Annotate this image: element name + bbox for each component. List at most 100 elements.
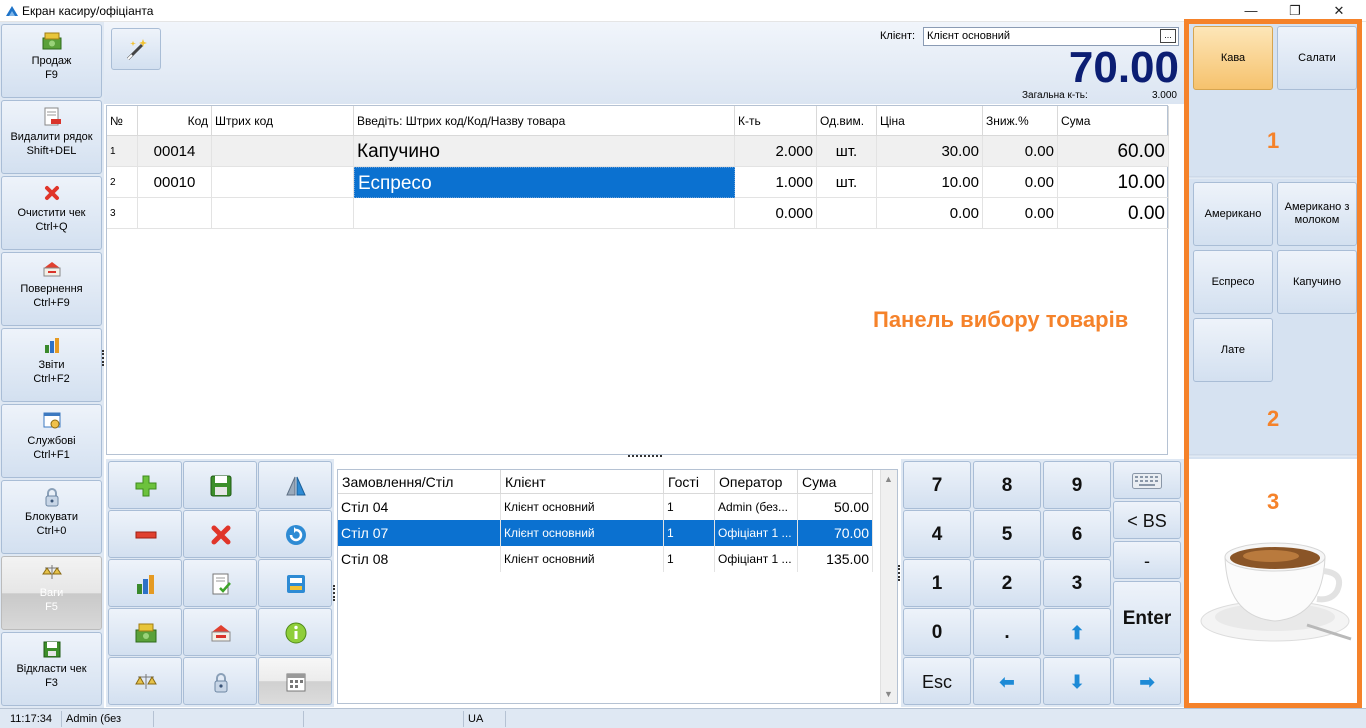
key-9[interactable]: 9 (1043, 461, 1111, 509)
save-button[interactable] (183, 461, 257, 509)
func-splitter[interactable] (333, 585, 335, 601)
key-6[interactable]: 6 (1043, 510, 1111, 558)
refresh-button[interactable] (258, 510, 332, 558)
scales-button[interactable]: Ваги F5 (1, 556, 102, 630)
orders-table[interactable]: Замовлення/Стіл Клієнт Гості Оператор Су… (337, 469, 898, 704)
row-product-name[interactable]: Еспресо (354, 167, 735, 198)
key-4[interactable]: 4 (903, 510, 971, 558)
row-number: 2 (107, 167, 138, 198)
key-1[interactable]: 1 (903, 559, 971, 607)
status-empty-1 (154, 711, 304, 727)
group-button-salads[interactable]: Салати (1277, 26, 1357, 90)
product-panel: Кава Салати 1 Американо Американо з моло… (1184, 19, 1362, 708)
product-button-americano[interactable]: Американо (1193, 182, 1273, 246)
arrow-down-button[interactable]: ⬇ (1043, 657, 1111, 705)
service-button[interactable]: Службові Ctrl+F1 (1, 404, 102, 478)
checklist-icon (212, 573, 231, 595)
reports-icon (44, 338, 59, 353)
product-button-americano-milk[interactable]: Американо з молоком (1277, 182, 1357, 246)
table-row[interactable]: Стіл 07 Клієнт основний 1 Офіціант 1 ...… (338, 520, 873, 546)
sidebar-splitter[interactable] (102, 350, 104, 366)
backspace-button[interactable]: < BS (1113, 501, 1181, 539)
order-guests: 1 (664, 546, 715, 572)
row-qty: 2.000 (735, 136, 817, 167)
sidebar-item-shortcut: Shift+DEL (26, 145, 77, 157)
clear-check-button[interactable]: Очистити чек Ctrl+Q (1, 176, 102, 250)
zone-divider[interactable] (1189, 454, 1357, 457)
lock-button-grid[interactable] (183, 657, 257, 705)
checklist-button[interactable] (183, 559, 257, 607)
product-button-latte[interactable]: Лате (1193, 318, 1273, 382)
product-panel-caption: Панель вибору товарів (873, 307, 1129, 332)
row-sum: 60.00 (1058, 136, 1169, 167)
orders-splitter[interactable] (898, 565, 900, 581)
row-code: 00014 (138, 136, 212, 167)
scales-icon (135, 674, 157, 689)
return-button-grid[interactable] (183, 608, 257, 656)
return-button[interactable]: Повернення Ctrl+F9 (1, 252, 102, 326)
key-8[interactable]: 8 (973, 461, 1041, 509)
return-icon (43, 262, 60, 277)
info-button[interactable] (258, 608, 332, 656)
magic-wand-button[interactable] (111, 28, 161, 70)
mirror-button[interactable] (258, 461, 332, 509)
table-row[interactable]: 2 00010 Еспресо 1.000 шт. 10.00 0.00 10.… (107, 167, 1169, 198)
zone-divider[interactable] (1189, 176, 1357, 179)
enter-button[interactable]: Enter (1113, 581, 1181, 655)
delete-row-button[interactable]: Видалити рядок Shift+DEL (1, 100, 102, 174)
arrow-left-button[interactable]: ⬅ (973, 657, 1041, 705)
table-row[interactable]: Стіл 08 Клієнт основний 1 Офіціант 1 ...… (338, 546, 873, 572)
orders-scrollbar[interactable]: ▲ ▼ (880, 470, 897, 703)
chart-icon (137, 575, 154, 594)
sidebar-item-shortcut: Ctrl+F1 (33, 449, 70, 461)
cash-button[interactable] (108, 608, 182, 656)
table-row[interactable]: 3 0.000 0.00 0.00 0.00 (107, 198, 1169, 229)
minus-key[interactable]: - (1113, 541, 1181, 579)
key-2[interactable]: 2 (973, 559, 1041, 607)
grid-header-qty: К-ть (735, 106, 817, 136)
remove-button[interactable] (108, 510, 182, 558)
scroll-down-icon[interactable]: ▼ (884, 689, 893, 699)
lock-button[interactable]: Блокувати Ctrl+0 (1, 480, 102, 554)
order-grid[interactable]: № Код Штрих код Введіть: Штрих код/Код/Н… (106, 105, 1169, 455)
title-bar: Екран касиру/офіціанта — ❐ ✕ (0, 0, 1366, 22)
key-7[interactable]: 7 (903, 461, 971, 509)
grid-splitter[interactable] (628, 455, 662, 457)
table-row[interactable]: Стіл 04 Клієнт основний 1 Admin (без... … (338, 494, 873, 520)
terminal-button[interactable] (258, 559, 332, 607)
sidebar-item-label: Очистити чек (17, 207, 86, 219)
orders-header-client: Клієнт (501, 470, 664, 494)
grid-header-product[interactable]: Введіть: Штрих код/Код/Назву товара (354, 106, 735, 136)
sidebar-item-label: Продаж (31, 55, 72, 67)
key-dot[interactable]: . (973, 608, 1041, 656)
calendar-button[interactable] (258, 657, 332, 705)
delete-button[interactable] (183, 510, 257, 558)
sidebar-item-shortcut: Ctrl+0 (36, 525, 67, 537)
product-button-espresso[interactable]: Еспресо (1193, 250, 1273, 314)
key-3[interactable]: 3 (1043, 559, 1111, 607)
defer-check-button[interactable]: Відкласти чек F3 (1, 632, 102, 706)
zone-label-2: 2 (1267, 406, 1280, 431)
row-qty: 0.000 (735, 198, 817, 229)
esc-button[interactable]: Esc (903, 657, 971, 705)
arrow-up-button[interactable]: ⬆ (1043, 608, 1111, 656)
product-button-cappuccino[interactable]: Капучино (1277, 250, 1357, 314)
arrow-right-button[interactable]: ➡ (1113, 657, 1181, 705)
chart-button[interactable] (108, 559, 182, 607)
key-0[interactable]: 0 (903, 608, 971, 656)
status-user: Admin (без (62, 711, 154, 727)
client-pick-button[interactable]: ... (1160, 29, 1176, 43)
scroll-up-icon[interactable]: ▲ (884, 474, 893, 484)
add-button[interactable] (108, 461, 182, 509)
sidebar-item-shortcut: F3 (45, 677, 58, 689)
group-button-coffee[interactable]: Кава (1193, 26, 1273, 90)
sidebar-item-shortcut: Ctrl+Q (35, 221, 68, 233)
sale-button[interactable]: Продаж F9 (1, 24, 102, 98)
cash-icon (42, 32, 61, 50)
function-grid (106, 459, 334, 707)
scales-button-grid[interactable] (108, 657, 182, 705)
keyboard-button[interactable] (1113, 461, 1181, 499)
table-row[interactable]: 1 00014 Капучино 2.000 шт. 30.00 0.00 60… (107, 136, 1169, 167)
key-5[interactable]: 5 (973, 510, 1041, 558)
reports-button[interactable]: Звіти Ctrl+F2 (1, 328, 102, 402)
